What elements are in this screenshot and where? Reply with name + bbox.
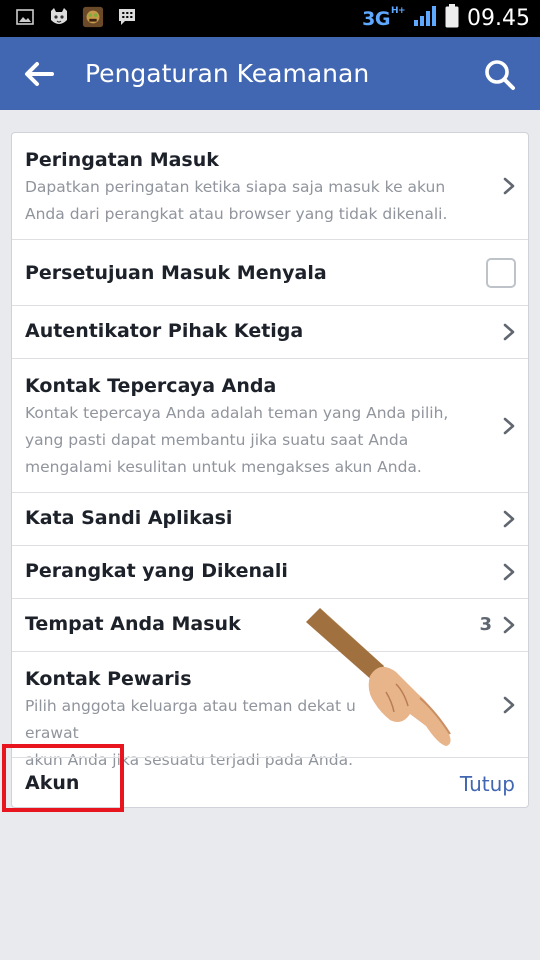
setting-trusted-contacts[interactable]: Kontak Tepercaya Anda Kontak tepercaya A…: [12, 358, 528, 492]
chevron-right-icon: [503, 696, 515, 714]
highlight-box: [2, 744, 124, 812]
search-button[interactable]: [480, 55, 520, 95]
setting-login-approvals[interactable]: Persetujuan Masuk Menyala: [12, 239, 528, 305]
chevron-right-icon: [503, 563, 515, 581]
bbm-icon: [116, 6, 138, 28]
back-button[interactable]: [18, 54, 60, 94]
chevron-right-icon: [503, 177, 515, 195]
setting-description: Kontak tepercaya Anda adalah teman yang …: [25, 404, 449, 476]
setting-title: Autentikator Pihak Ketiga: [25, 320, 304, 342]
chevron-right-icon: [503, 616, 515, 634]
session-count: 3: [479, 614, 492, 635]
chevron-right-icon: [503, 417, 515, 435]
signal-icon: [413, 5, 437, 32]
setting-title: Kontak Tepercaya Anda: [25, 375, 277, 397]
setting-title: Kontak Pewaris: [25, 668, 192, 690]
setting-description: Dapatkan peringatan ketika siapa saja ma…: [25, 178, 448, 223]
setting-recognized-devices[interactable]: Perangkat yang Dikenali: [12, 545, 528, 598]
notification-icons: [14, 6, 138, 28]
chevron-right-icon: [503, 323, 515, 341]
arrow-left-icon: [25, 62, 54, 86]
setting-third-party-authenticator[interactable]: Autentikator Pihak Ketiga: [12, 305, 528, 358]
setting-title: Peringatan Masuk: [25, 149, 219, 171]
page-title: Pengaturan Keamanan: [85, 59, 370, 88]
setting-login-alerts[interactable]: Peringatan Masuk Dapatkan peringatan ket…: [12, 133, 528, 239]
setting-app-passwords[interactable]: Kata Sandi Aplikasi: [12, 492, 528, 545]
setting-title: Tempat Anda Masuk: [25, 613, 241, 635]
network-label: 3G: [362, 7, 390, 30]
clock: 09.45: [467, 6, 530, 31]
status-bar: 3G H+ 09.45: [0, 0, 540, 37]
game-app-icon: [82, 6, 104, 28]
system-indicators: 3G H+ 09.45: [362, 4, 530, 33]
setting-title: Kata Sandi Aplikasi: [25, 507, 233, 529]
setting-title: Perangkat yang Dikenali: [25, 560, 288, 582]
description-part: erawat: [25, 724, 79, 742]
network-sup-label: H+: [390, 5, 406, 16]
search-icon: [485, 60, 515, 90]
pointing-hand-icon: [306, 608, 451, 746]
cat-app-icon: [48, 6, 70, 28]
battery-icon: [445, 4, 459, 33]
setting-title: Persetujuan Masuk Menyala: [25, 262, 327, 284]
gallery-icon: [14, 6, 36, 28]
chevron-right-icon: [503, 510, 515, 528]
close-link[interactable]: Tutup: [460, 772, 515, 796]
app-bar: Pengaturan Keamanan: [0, 37, 540, 110]
login-approvals-checkbox[interactable]: [486, 258, 516, 288]
network-type: 3G H+: [362, 5, 406, 30]
